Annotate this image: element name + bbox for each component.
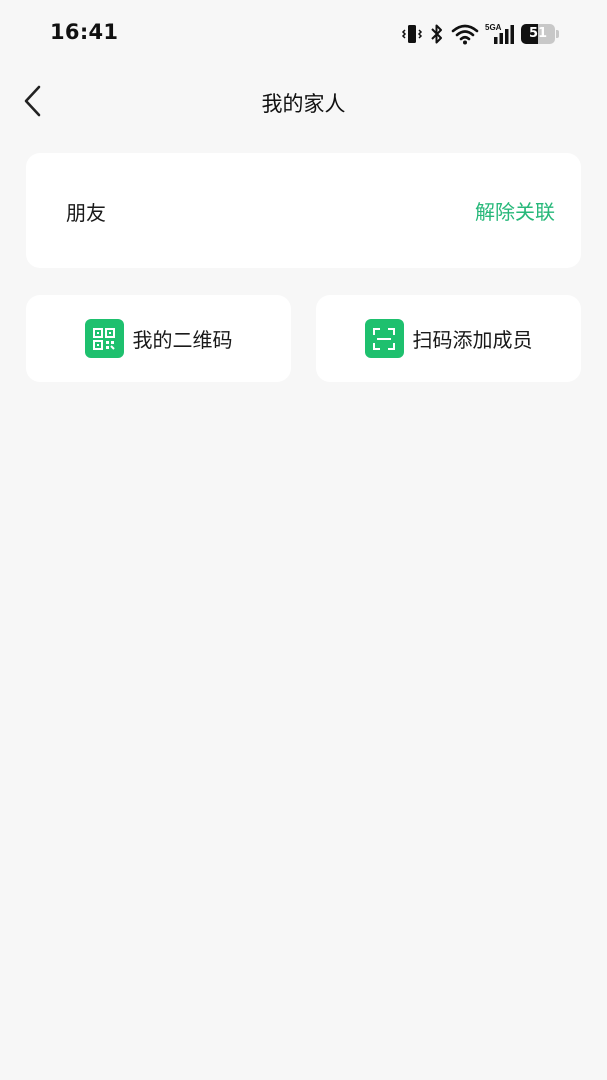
scan-add-member-label: 扫码添加成员: [412, 328, 533, 352]
my-qr-code-button[interactable]: 我的二维码: [26, 295, 291, 382]
scan-icon: [364, 319, 404, 358]
vibrate-icon: [401, 25, 423, 43]
qr-code-icon: [84, 319, 124, 358]
wifi-icon: [451, 24, 479, 45]
battery-icon: 51: [521, 24, 559, 44]
nav-bar: 我的家人: [0, 70, 607, 134]
bluetooth-icon: [431, 24, 442, 44]
battery-level: 51: [528, 26, 548, 41]
status-bar: 16:41 5GA 51: [0, 0, 607, 66]
scan-add-member-button[interactable]: 扫码添加成员: [316, 295, 581, 382]
status-time: 16:41: [50, 20, 119, 44]
signal-icon: 5GA: [485, 23, 514, 44]
unlink-button[interactable]: 解除关联: [475, 196, 555, 225]
page-title: 我的家人: [261, 92, 346, 116]
my-qr-code-label: 我的二维码: [132, 328, 233, 352]
member-name: 朋友: [66, 201, 106, 225]
status-icons: 5GA 51: [401, 20, 559, 48]
network-type-label: 5GA: [485, 23, 502, 32]
member-card: 朋友 解除关联: [26, 153, 581, 268]
